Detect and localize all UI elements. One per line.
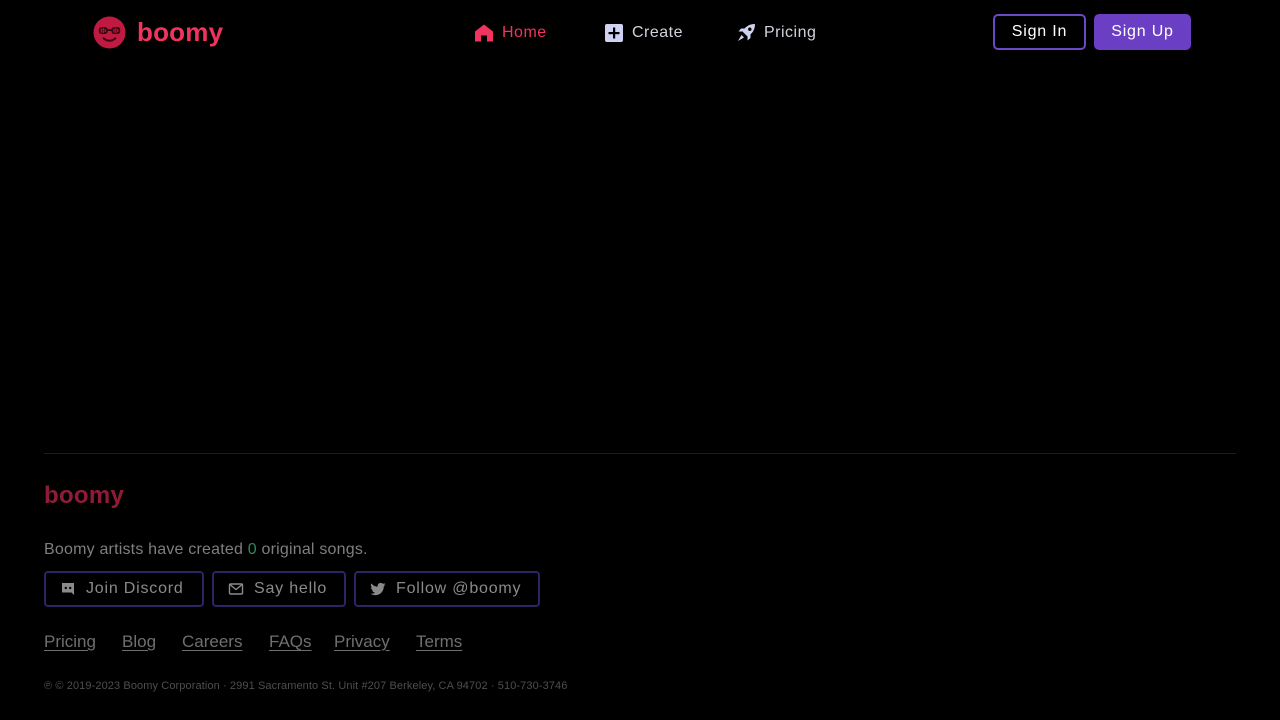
nav-pricing-label: Pricing [764,24,817,41]
copyright-text: ℗ © 2019-2023 Boomy Corporation · 2991 S… [44,680,568,692]
nav-home[interactable]: Home [474,20,547,46]
stats-prefix: Boomy artists have created [44,541,244,558]
follow-twitter-button[interactable]: Follow @boomy [354,571,540,607]
footer-link-terms[interactable]: Terms [416,632,462,652]
boomy-logo[interactable]: boomy [93,16,223,49]
sign-up-button[interactable]: Sign Up [1094,14,1191,50]
join-discord-label: Join Discord [86,580,184,597]
say-hello-label: Say hello [254,580,328,597]
nav-home-label: Home [502,24,547,41]
stats-suffix: original songs. [261,541,368,558]
footer-link-careers[interactable]: Careers [182,632,242,652]
mail-icon [228,583,244,595]
join-discord-button[interactable]: Join Discord [44,571,204,607]
nav-create[interactable]: Create [604,20,683,46]
nav-pricing[interactable]: Pricing [736,20,816,46]
discord-icon [62,583,74,595]
follow-twitter-label: Follow @boomy [396,580,522,597]
footer-link-faqs[interactable]: FAQs [269,632,312,652]
twitter-icon [370,582,386,596]
footer-link-blog[interactable]: Blog [122,632,156,652]
song-count: 0 [247,541,257,558]
nav-create-label: Create [632,24,684,41]
sign-in-button[interactable]: Sign In [993,14,1086,50]
footer-link-pricing[interactable]: Pricing [44,632,96,652]
plus-square-icon [605,24,623,42]
home-icon [475,24,493,42]
footer-logo[interactable]: boomy [44,482,124,510]
rocket-icon [738,24,755,41]
site-header: boomy Home Create Pricing Sign In Sign U… [0,0,1280,66]
logo-text: boomy [137,17,224,47]
footer-link-privacy[interactable]: Privacy [334,632,390,652]
say-hello-button[interactable]: Say hello [212,571,346,607]
song-count-statement: Boomy artists have created 0 original so… [44,541,368,559]
boomy-face-icon [93,16,126,49]
footer-divider [44,453,1236,454]
